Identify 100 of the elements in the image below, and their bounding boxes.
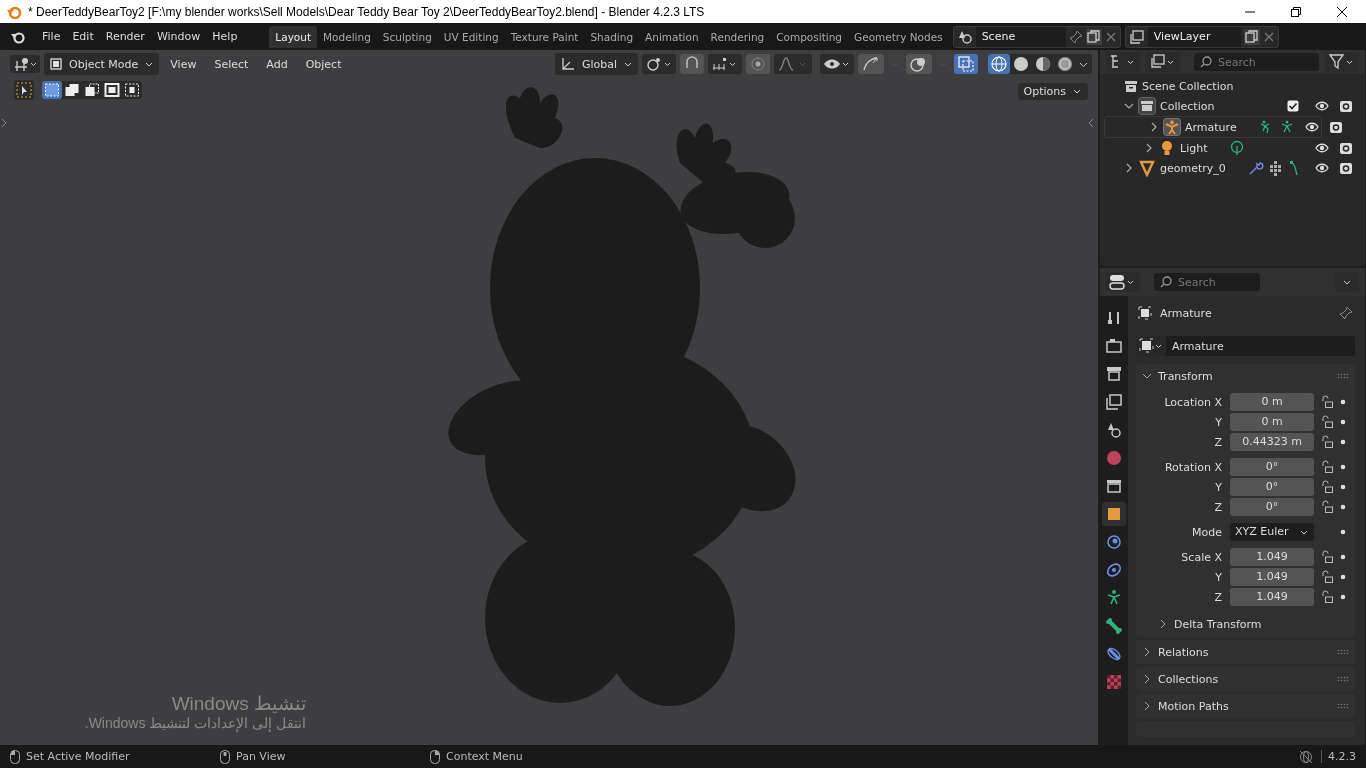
- keyframe-dot-icon[interactable]: [1340, 419, 1346, 425]
- editor-type-icon[interactable]: [10, 55, 40, 73]
- search-field[interactable]: Search: [1154, 273, 1260, 291]
- select-tool-icon[interactable]: [14, 80, 34, 100]
- drag-handle-icon[interactable]: [1337, 703, 1349, 709]
- eye-icon[interactable]: [1315, 99, 1329, 113]
- menu-item[interactable]: Render: [99, 30, 151, 43]
- eye-icon[interactable]: [820, 54, 854, 74]
- restore-icon[interactable]: [1290, 5, 1302, 18]
- snap-icon[interactable]: [680, 54, 704, 74]
- checkbox[interactable]: [1287, 100, 1299, 112]
- number-field[interactable]: 0 m: [1230, 393, 1314, 411]
- selection-mode-icon[interactable]: [102, 81, 122, 99]
- eye-icon[interactable]: [1315, 141, 1329, 155]
- gizmo-icon[interactable]: [858, 54, 884, 74]
- wrench-icon[interactable]: [1247, 160, 1264, 176]
- number-field[interactable]: 0°: [1230, 498, 1314, 516]
- display-mode-icon[interactable]: [1106, 52, 1140, 72]
- workspace-tab[interactable]: Rendering: [704, 25, 771, 48]
- menu-item[interactable]: Window: [150, 30, 207, 43]
- camera-icon[interactable]: [1339, 99, 1353, 113]
- eye-icon[interactable]: [1315, 161, 1329, 175]
- number-field[interactable]: 0 m: [1230, 413, 1314, 431]
- options-dropdown[interactable]: Options: [1017, 82, 1088, 100]
- lock-icon[interactable]: [1320, 460, 1334, 474]
- falloff-curve-icon[interactable]: [774, 54, 812, 74]
- tree-item[interactable]: Light: [1180, 141, 1208, 155]
- camera-icon[interactable]: [1328, 120, 1343, 134]
- keyframe-dot-icon[interactable]: [1340, 399, 1346, 405]
- menu-item[interactable]: Object: [298, 57, 349, 71]
- lock-icon[interactable]: [1320, 395, 1334, 409]
- close-icon[interactable]: [1336, 5, 1348, 18]
- eye-icon[interactable]: [1304, 120, 1319, 134]
- drag-handle-icon[interactable]: [1337, 676, 1349, 682]
- images-icon[interactable]: [1146, 52, 1180, 72]
- workspace-tab[interactable]: Geometry Nodes: [848, 25, 949, 48]
- number-field[interactable]: 1.049: [1230, 568, 1314, 586]
- keyframe-dot-icon[interactable]: [1340, 554, 1346, 560]
- drag-handle-icon[interactable]: [1337, 373, 1349, 379]
- search-field[interactable]: Search: [1194, 53, 1319, 71]
- editor-type-icon[interactable]: [1106, 272, 1140, 292]
- object-name-field[interactable]: Armature: [1166, 339, 1224, 353]
- keyframe-dot-icon[interactable]: [1340, 529, 1346, 535]
- lock-icon[interactable]: [1320, 480, 1334, 494]
- panel-title[interactable]: Delta Transform: [1174, 617, 1355, 631]
- tree-item[interactable]: Collection: [1160, 99, 1215, 113]
- number-field[interactable]: 1.049: [1230, 588, 1314, 606]
- filter-icon[interactable]: [1325, 52, 1359, 72]
- orientation-dropdown[interactable]: Global: [554, 53, 638, 75]
- workspace-tab[interactable]: Sculpting: [376, 25, 438, 48]
- lock-icon[interactable]: [1320, 435, 1334, 449]
- pin-icon[interactable]: [1339, 306, 1353, 320]
- menu-item[interactable]: Help: [206, 30, 244, 43]
- keyframe-dot-icon[interactable]: [1340, 464, 1346, 470]
- number-field[interactable]: 0.44323 m: [1230, 433, 1314, 451]
- pivot-icon[interactable]: [642, 54, 676, 74]
- light-data-icon[interactable]: [1229, 140, 1246, 156]
- proportional-edit-icon[interactable]: [746, 54, 770, 74]
- square-icon[interactable]: [1102, 502, 1126, 526]
- grid-icon[interactable]: [1267, 160, 1284, 176]
- menu-item[interactable]: View: [163, 57, 204, 71]
- number-field[interactable]: 0°: [1230, 458, 1314, 476]
- mode-dropdown[interactable]: Object Mode: [44, 53, 160, 75]
- workspace-tab[interactable]: Compositing: [770, 25, 849, 48]
- number-field[interactable]: 1.049: [1230, 548, 1314, 566]
- lock-icon[interactable]: [1320, 550, 1334, 564]
- workspace-tab[interactable]: Texture Paint: [504, 25, 585, 48]
- mode-dropdown[interactable]: XYZ Euler: [1230, 523, 1314, 541]
- menu-item[interactable]: Select: [207, 57, 256, 71]
- menu-item[interactable]: File: [36, 30, 67, 43]
- snap-target-icon[interactable]: [708, 54, 742, 74]
- selection-mode-icon[interactable]: [42, 81, 62, 99]
- workspace-tab[interactable]: UV Editing: [437, 25, 505, 48]
- panel-title[interactable]: Transform: [1158, 369, 1331, 383]
- overlay-icon[interactable]: [906, 54, 932, 74]
- selection-mode-icon[interactable]: [122, 81, 142, 99]
- menu-item[interactable]: Edit: [66, 30, 100, 43]
- workspace-tab[interactable]: Layout: [269, 25, 318, 48]
- keyframe-dot-icon[interactable]: [1340, 574, 1346, 580]
- number-field[interactable]: 0°: [1230, 478, 1314, 496]
- lock-icon[interactable]: [1320, 415, 1334, 429]
- lock-icon[interactable]: [1320, 590, 1334, 604]
- keyframe-dot-icon[interactable]: [1340, 439, 1346, 445]
- workspace-tab[interactable]: Shading: [584, 25, 640, 48]
- keyframe-dot-icon[interactable]: [1340, 504, 1346, 510]
- camera-icon[interactable]: [1339, 141, 1353, 155]
- tree-item[interactable]: Scene Collection: [1142, 79, 1234, 93]
- workspace-tab[interactable]: Modeling: [317, 25, 377, 48]
- menu-item[interactable]: Add: [259, 57, 295, 71]
- wireframe-shading-icon[interactable]: [988, 54, 1010, 74]
- drag-handle-icon[interactable]: [1337, 649, 1349, 655]
- lock-icon[interactable]: [1320, 570, 1334, 584]
- lock-icon[interactable]: [1320, 500, 1334, 514]
- camera-icon[interactable]: [1339, 161, 1353, 175]
- keyframe-dot-icon[interactable]: [1340, 484, 1346, 490]
- workspace-tab[interactable]: Animation: [639, 25, 705, 48]
- xray-icon[interactable]: [954, 54, 978, 74]
- tree-item[interactable]: geometry_0: [1160, 161, 1226, 175]
- tree-item[interactable]: Armature: [1185, 120, 1237, 134]
- keyframe-dot-icon[interactable]: [1340, 594, 1346, 600]
